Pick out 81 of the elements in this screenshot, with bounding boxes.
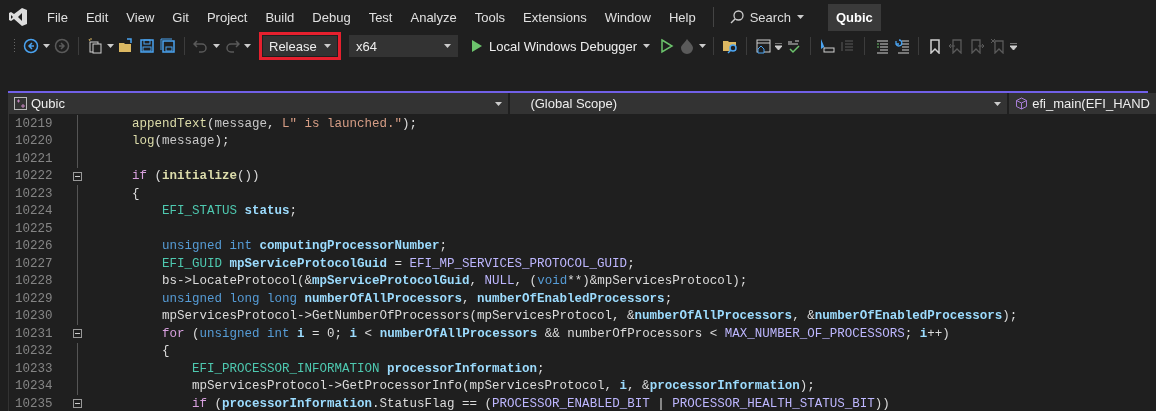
menu-item[interactable]: Extensions [514,5,596,29]
line-number: 10225 [14,221,54,236]
caret-icon [796,15,804,19]
line-number: 10221 [14,151,54,166]
line-number: 10230 [14,309,54,324]
line-number: 10233 [14,361,54,376]
menu-item[interactable]: File [38,5,77,29]
code-line: log(message); [131,134,230,149]
menu-item[interactable]: Window [595,5,660,29]
collapse-icon[interactable] [72,399,82,409]
cube-icon [1015,97,1029,110]
code-line: { [161,344,170,359]
line-number: 10219 [14,116,54,131]
menu-item[interactable]: Test [359,5,402,29]
configuration-dropdown[interactable]: Release [259,32,341,60]
new-item-icon[interactable] [86,37,104,55]
line-number: 10227 [14,256,54,271]
menu-item[interactable]: Project [197,5,257,29]
project-dropdown[interactable]: Qubic [14,96,65,111]
menu-item[interactable]: View [117,5,164,29]
line-number: 10226 [14,239,54,254]
solution-name[interactable]: Qubic [827,3,881,31]
line-number: 10224 [14,204,54,219]
code-line: if (processorInformation.StatusFlag == (PROCESSOR_ENABLED_BIT | PROCESSOR_HEALTH_STATUS_BIT)) [191,396,890,411]
caret-icon [444,44,451,48]
caret-icon [107,44,114,48]
line-number: 10234 [14,379,54,394]
line-number: 10231 [14,326,54,341]
code-line: { [131,186,140,201]
menu-item[interactable]: Tools [465,5,515,29]
platform-dropdown[interactable]: x64 [349,35,458,57]
caret-icon [495,101,503,106]
code-line: for (unsigned int i = 0; i < numberOfAllProcessors && numberOfProcessors < MAX_NUMBER_OF_PROCESSORS; i++) [161,326,950,341]
caret-icon [699,44,707,48]
code-line: appendText(message, L" is launched."); [131,116,418,131]
save-icon[interactable] [138,37,156,55]
code-line: unsigned int computingProcessorNumber; [161,239,448,254]
caret-icon [43,44,50,48]
caret-icon [324,44,331,48]
search-icon [729,10,744,24]
menu-item[interactable]: Debug [303,5,360,29]
caret-icon [643,44,651,48]
line-number: 10223 [14,186,54,201]
code-line: if (initialize()) [131,169,260,184]
play-icon [471,39,483,53]
start-debugger-button[interactable]: Local Windows Debugger [467,38,655,54]
comment-icon[interactable] [893,37,912,55]
menu-item[interactable]: Analyze [401,5,466,29]
overflow-icon[interactable] [1010,42,1018,50]
line-number: 10229 [14,291,54,306]
back-arrow-icon[interactable] [22,37,40,55]
overflow-icon[interactable] [775,42,783,50]
code-line: unsigned long long numberOfAllProcessors, numberOfEnabledProcessors; [161,291,673,306]
code-line: EFI_STATUS status; [161,204,298,219]
caret-icon [244,44,251,48]
code-line: EFI_PROCESSOR_INFORMATION processorInformation; [191,361,545,376]
save-all-icon[interactable] [159,37,177,55]
menu-item[interactable]: Git [163,5,198,29]
collapse-icon[interactable] [72,171,82,181]
code-line: mpServicesProtocol->GetProcessorInfo(mpServicesProtocol, i, &processorInformation); [191,379,815,394]
scope-dropdown[interactable]: (Global Scope) [530,96,618,111]
menu-item[interactable]: Edit [76,5,118,29]
code-line: mpServicesProtocol->GetNumberOfProcessors(mpServicesProtocol, &numberOfAllProcessors, &numberOfEnabledProcessors); [161,309,1018,324]
caret-icon [213,44,220,48]
search-button[interactable]: Search [721,5,812,29]
line-number: 10235 [14,396,54,411]
window-home-icon[interactable] [754,37,773,55]
code-line: bs->LocateProtocol(&mpServiceProtocolGuid, NULL, (void**)&mpServicesProtocol); [161,274,748,289]
cursor-icon[interactable] [818,37,837,55]
menu-item[interactable]: Help [659,5,705,29]
caret-icon [994,101,1002,106]
line-number: 10220 [14,134,54,149]
line-number: 10232 [14,344,54,359]
open-folder-icon[interactable] [117,37,135,55]
logo-icon[interactable] [8,7,28,27]
line-number: 10228 [14,274,54,289]
menu-item[interactable]: Build [256,5,304,29]
code-line: EFI_GUID mpServiceProtocolGuid = EFI_MP_SERVICES_PROTOCOL_GUID; [161,256,635,271]
collapse-icon[interactable] [72,329,82,339]
line-number: 10222 [14,169,54,184]
project-icon [14,97,27,110]
